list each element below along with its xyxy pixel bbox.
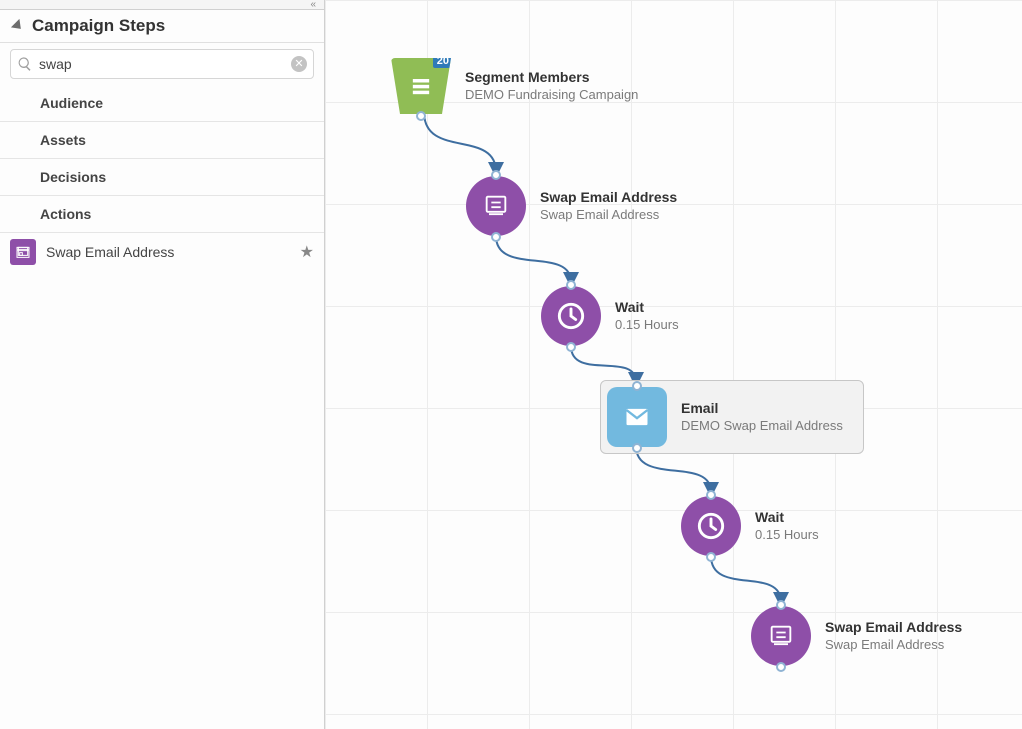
- canvas-node-wait[interactable]: Wait0.15 Hours: [675, 490, 839, 562]
- search-box: ✕: [10, 49, 314, 79]
- swap-icon: [466, 176, 526, 236]
- collapse-triangle-icon: [11, 19, 25, 33]
- panel-title: Campaign Steps: [32, 16, 165, 36]
- segment-count-badge: 20: [433, 54, 453, 68]
- swap-icon: [751, 606, 811, 666]
- canvas-node-email[interactable]: EmailDEMO Swap Email Address: [600, 380, 864, 454]
- node-title: Email: [681, 399, 843, 417]
- canvas-node-wait[interactable]: Wait0.15 Hours: [535, 280, 699, 352]
- node-subtitle: DEMO Swap Email Address: [681, 418, 843, 435]
- segment-icon: 20: [391, 56, 451, 116]
- panel-header[interactable]: Campaign Steps: [0, 10, 324, 43]
- canvas-node-segment[interactable]: 20 Segment MembersDEMO Fundraising Campai…: [385, 50, 658, 122]
- category-decisions[interactable]: Decisions: [0, 159, 324, 196]
- node-title: Swap Email Address: [825, 618, 962, 636]
- canvas-node-swap[interactable]: Swap Email AddressSwap Email Address: [745, 600, 982, 672]
- node-subtitle: 0.15 Hours: [755, 527, 819, 544]
- node-subtitle: Swap Email Address: [540, 207, 677, 224]
- search-input[interactable]: [33, 56, 291, 72]
- node-subtitle: DEMO Fundraising Campaign: [465, 87, 638, 104]
- collapse-panel-handle[interactable]: «: [0, 0, 324, 10]
- connector: [496, 236, 571, 282]
- clear-search-icon[interactable]: ✕: [291, 56, 307, 72]
- node-subtitle: Swap Email Address: [825, 637, 962, 654]
- connector: [711, 556, 781, 602]
- node-title: Segment Members: [465, 68, 638, 86]
- search-icon: [17, 56, 33, 72]
- step-item-swap-email[interactable]: Swap Email Address ★: [0, 233, 324, 271]
- wait-icon: [541, 286, 601, 346]
- canvas-node-swap[interactable]: Swap Email AddressSwap Email Address: [460, 170, 697, 242]
- node-title: Swap Email Address: [540, 188, 677, 206]
- node-subtitle: 0.15 Hours: [615, 317, 679, 334]
- email-icon: [607, 387, 667, 447]
- category-actions[interactable]: Actions: [0, 196, 324, 233]
- wait-icon: [681, 496, 741, 556]
- category-assets[interactable]: Assets: [0, 122, 324, 159]
- favorite-star-icon[interactable]: ★: [300, 242, 314, 262]
- swap-email-icon: [10, 239, 36, 265]
- category-audience[interactable]: Audience: [0, 85, 324, 122]
- step-item-label: Swap Email Address: [46, 244, 174, 260]
- campaign-canvas[interactable]: 20 Segment MembersDEMO Fundraising Campai…: [325, 0, 1022, 729]
- campaign-steps-panel: « Campaign Steps ✕ Audience Assets Decis…: [0, 0, 325, 729]
- node-title: Wait: [615, 298, 679, 316]
- node-title: Wait: [755, 508, 819, 526]
